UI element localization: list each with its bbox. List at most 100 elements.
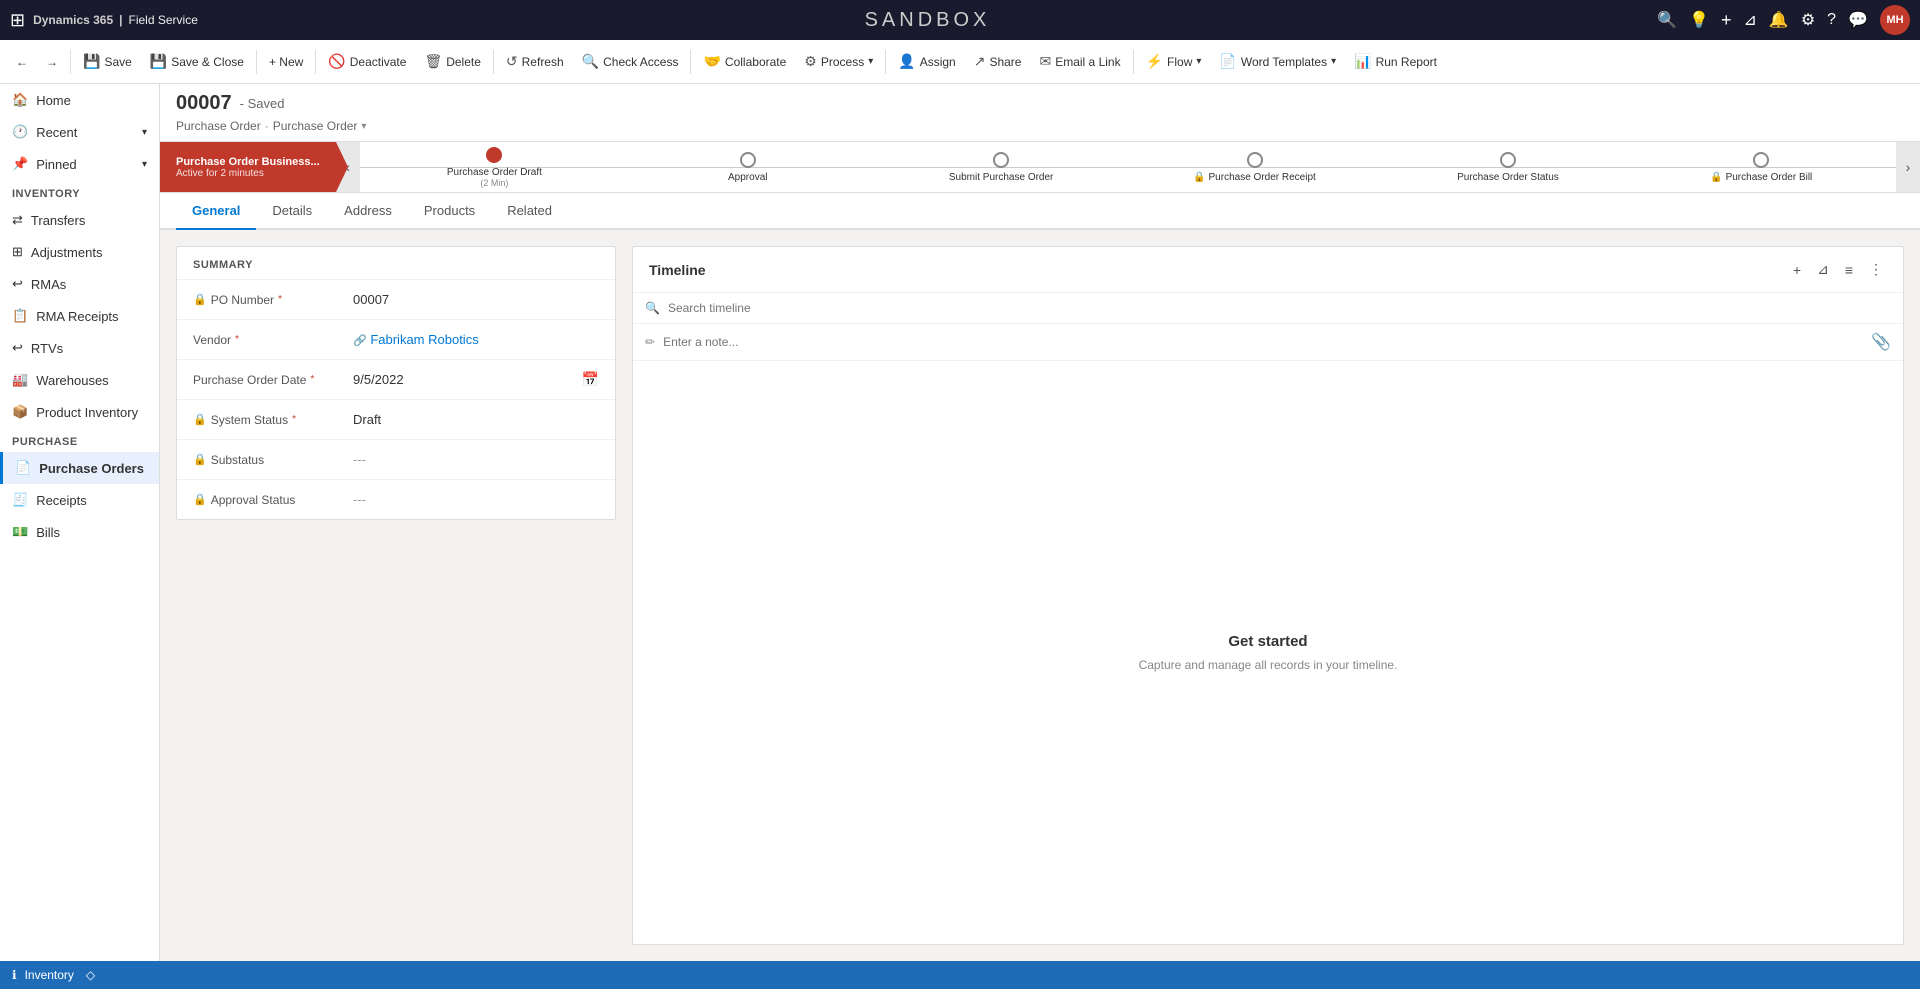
deactivate-button[interactable]: 🚫 Deactivate	[320, 49, 414, 74]
tab-related[interactable]: Related	[491, 193, 568, 230]
timeline-filter-button[interactable]: ⊿	[1813, 259, 1833, 280]
timeline-attachment-icon[interactable]: 📎	[1871, 332, 1891, 352]
timeline-add-button[interactable]: +	[1789, 259, 1805, 280]
status-bar: ℹ Inventory ◇	[0, 961, 1920, 989]
separator-1	[70, 50, 71, 74]
purchase-orders-label: Purchase Orders	[39, 461, 144, 476]
delete-button[interactable]: 🗑 Delete	[416, 49, 488, 74]
tab-products[interactable]: Products	[408, 193, 491, 230]
forward-button[interactable]: →	[38, 51, 66, 73]
sidebar-item-adjustments[interactable]: ⊞ Adjustments	[0, 236, 159, 268]
question-icon[interactable]: ?	[1827, 11, 1836, 29]
bpf-node-label-4: 🔒 Purchase Order Receipt	[1193, 172, 1316, 183]
sidebar-item-bills[interactable]: 💵 Bills	[0, 516, 159, 548]
word-templates-button[interactable]: 📄 Word Templates ▾	[1211, 49, 1344, 74]
run-report-icon: 📊	[1354, 53, 1371, 70]
flow-button[interactable]: ⚡ Flow ▾	[1138, 49, 1210, 74]
new-button[interactable]: + New	[261, 51, 311, 73]
bpf-stage-6[interactable]: 🔒 Purchase Order Bill	[1635, 152, 1888, 183]
email-link-label: Email a Link	[1055, 55, 1120, 69]
sidebar-item-receipts[interactable]: 🧾 Receipts	[0, 484, 159, 516]
approval-status-value[interactable]: ---	[353, 492, 599, 507]
gear-icon[interactable]: ⚙	[1801, 10, 1815, 30]
bpf-stage-4[interactable]: 🔒 Purchase Order Receipt	[1128, 152, 1381, 183]
rmas-icon: ↩	[12, 276, 23, 292]
chat-icon[interactable]: 💬	[1848, 10, 1868, 30]
share-button[interactable]: ↗ Share	[966, 49, 1030, 74]
collaborate-button[interactable]: 🤝 Collaborate	[695, 49, 794, 74]
app-label: Field Service	[129, 13, 198, 27]
check-access-button[interactable]: 🔍 Check Access	[574, 49, 687, 74]
field-approval-status: 🔒 Approval Status ---	[177, 479, 615, 519]
tab-address[interactable]: Address	[328, 193, 408, 230]
email-link-button[interactable]: ✉ Email a Link	[1031, 49, 1128, 74]
bpf-stage-1[interactable]: Purchase Order Draft (2 Min)	[368, 147, 621, 188]
sidebar-item-product-inventory[interactable]: 📦 Product Inventory	[0, 396, 159, 428]
breadcrumb-dropdown-icon[interactable]: ▾	[361, 121, 366, 132]
brand-separator: |	[119, 13, 122, 27]
bpf-stage-5[interactable]: Purchase Order Status	[1381, 152, 1634, 183]
bpf-active-stage-label: Purchase Order Business...	[176, 156, 320, 168]
assign-button[interactable]: 👤 Assign	[890, 49, 963, 74]
tab-details[interactable]: Details	[256, 193, 328, 230]
vendor-value[interactable]: 🔗 Fabrikam Robotics	[353, 332, 599, 347]
timeline-view-button[interactable]: ≡	[1841, 259, 1857, 280]
sidebar-item-pinned[interactable]: 📌 Pinned ▾	[0, 148, 159, 180]
purchase-order-date-value[interactable]: 9/5/2022 📅	[353, 371, 599, 388]
sidebar-item-transfers[interactable]: ⇄ Transfers	[0, 204, 159, 236]
adjustments-label: Adjustments	[31, 245, 103, 260]
breadcrumb: Purchase Order · Purchase Order ▾	[176, 119, 1904, 133]
bpf-stage-2[interactable]: Approval	[621, 152, 874, 183]
process-button[interactable]: ⚙ Process ▾	[796, 49, 881, 74]
sidebar-item-rma-receipts[interactable]: 📋 RMA Receipts	[0, 300, 159, 332]
field-substatus: 🔒 Substatus ---	[177, 439, 615, 479]
sidebar-item-rtvs[interactable]: ↩ RTVs	[0, 332, 159, 364]
bpf-next-button[interactable]: ›	[1896, 142, 1920, 192]
rmas-label: RMAs	[31, 277, 66, 292]
substatus-value[interactable]: ---	[353, 452, 599, 467]
refresh-button[interactable]: ↺ Refresh	[498, 49, 572, 74]
calendar-icon[interactable]: 📅	[582, 371, 599, 388]
field-po-number: 🔒 PO Number * 00007	[177, 279, 615, 319]
bpf-node-circle-2	[740, 152, 756, 168]
breadcrumb-2[interactable]: Purchase Order	[273, 119, 358, 133]
save-close-label: Save & Close	[171, 55, 244, 69]
breadcrumb-1[interactable]: Purchase Order	[176, 119, 261, 133]
bell-icon[interactable]: 🔔	[1769, 10, 1789, 30]
nav-icons: 🔍 💡 + ⊿ 🔔 ⚙ ? 💬 MH	[1657, 5, 1910, 35]
tab-general[interactable]: General	[176, 193, 256, 230]
bpf-node-circle-3	[993, 152, 1009, 168]
sidebar-item-recent[interactable]: 🕐 Recent ▾	[0, 116, 159, 148]
sidebar-item-rmas[interactable]: ↩ RMAs	[0, 268, 159, 300]
save-button[interactable]: 💾 Save	[75, 49, 140, 74]
system-status-value[interactable]: Draft	[353, 412, 599, 427]
save-close-button[interactable]: 💾 Save & Close	[142, 49, 252, 74]
bpf-node-circle-4	[1247, 152, 1263, 168]
search-icon[interactable]: 🔍	[1657, 10, 1677, 30]
word-templates-icon: 📄	[1219, 53, 1236, 70]
sidebar-item-warehouses[interactable]: 🏭 Warehouses	[0, 364, 159, 396]
filter-icon[interactable]: ⊿	[1744, 10, 1757, 30]
timeline-note-input[interactable]	[663, 335, 1863, 349]
plus-icon[interactable]: +	[1721, 10, 1732, 31]
rma-receipts-label: RMA Receipts	[36, 309, 118, 324]
collaborate-icon: 🤝	[703, 53, 720, 70]
avatar[interactable]: MH	[1880, 5, 1910, 35]
sidebar-item-purchase-orders[interactable]: 📄 Purchase Orders	[0, 452, 159, 484]
check-access-icon: 🔍	[582, 53, 599, 70]
back-button[interactable]: ←	[8, 51, 36, 73]
process-label: Process	[821, 55, 864, 69]
timeline-more-button[interactable]: ⋮	[1865, 259, 1887, 280]
timeline-search-input[interactable]	[668, 301, 1891, 315]
bpf-stage-3[interactable]: Submit Purchase Order	[874, 152, 1127, 183]
bpf-active-stage[interactable]: Purchase Order Business... Active for 2 …	[160, 142, 336, 192]
run-report-button[interactable]: 📊 Run Report	[1346, 49, 1445, 74]
po-number-value[interactable]: 00007	[353, 292, 599, 307]
summary-title: SUMMARY	[177, 247, 615, 279]
bpf-node-circle-1	[486, 147, 502, 163]
status-bar-expand-icon[interactable]: ◇	[86, 968, 95, 982]
lightbulb-icon[interactable]: 💡	[1689, 10, 1709, 30]
sidebar-item-home[interactable]: 🏠 Home	[0, 84, 159, 116]
breadcrumb-separator: ·	[265, 119, 269, 133]
grid-icon[interactable]: ⊞	[10, 10, 25, 31]
